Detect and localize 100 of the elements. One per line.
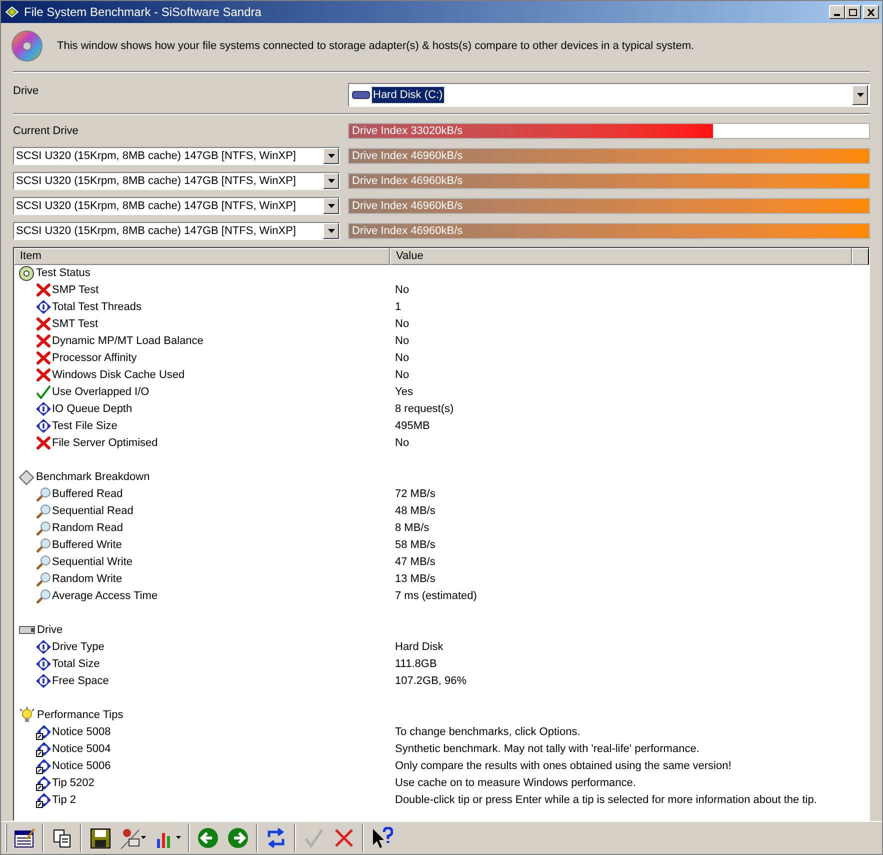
item-cell[interactable]: Buffered Read [52,486,123,502]
drive-index-reading: Drive Index 46960kB/s [352,224,463,238]
item-cell[interactable]: Dynamic MP/MT Load Balance [52,332,204,350]
drive-index-reading: Drive Index 46960kB/s [352,198,463,212]
cross-icon [36,436,51,450]
minimize-button[interactable] [829,5,845,19]
value-cell-text: 111.8GB [394,656,437,672]
magnifier-icon [36,504,51,518]
value-cell-text: 1 [394,300,402,315]
maximize-icon [849,8,857,16]
item-cell[interactable]: Test File Size [52,418,118,434]
reference-drive-value: SCSI U320 (15Krpm, 8MB cache) 147GB [NTFS, WinXP] [15,174,297,188]
cd-icon [11,30,43,62]
reference-drive-value: SCSI U320 (15Krpm, 8MB cache) 147GB [NTFS, WinXP] [15,198,297,214]
item-cell[interactable]: Total Test Threads [52,298,142,316]
drive-label: Drive [13,84,40,99]
magnifier-icon [36,588,51,604]
item-cell[interactable]: Processor Affinity [52,350,137,366]
cross-icon [36,317,51,331]
item-cell[interactable]: Notice 5004 [52,740,111,758]
info-icon [36,402,51,416]
close-icon [867,8,875,16]
item-cell[interactable]: Sequential Read [52,502,134,520]
maximize-button[interactable] [845,5,861,19]
column-header[interactable]: Item [14,248,390,264]
tip-icon [36,742,51,756]
item-cell[interactable]: Notice 5006 [52,758,111,774]
app-icon [4,4,20,20]
window-title: File System Benchmark - SiSoftware Sandra [24,4,262,21]
group-title[interactable]: Performance Tips [37,706,124,724]
value-cell-text: 47 MB/s [394,554,436,570]
info-icon [36,640,51,654]
item-cell[interactable]: Total Size [52,656,100,672]
value-cell-text: Only compare the results with ones obtained using the same version! [394,758,732,774]
item-cell[interactable]: SMP Test [52,282,99,298]
item-cell[interactable]: Tip 5202 [52,774,94,792]
group-title[interactable]: Drive [37,622,63,638]
item-cell[interactable]: Random Read [52,520,123,536]
reference-drive-value: SCSI U320 (15Krpm, 8MB cache) 147GB [NTFS, WinXP] [15,148,297,164]
cross-icon [36,283,51,297]
item-cell[interactable]: Windows Disk Cache Used [52,366,185,384]
column-header[interactable]: Value [390,248,852,264]
value-cell-text: No [394,282,410,298]
magnifier-icon [36,538,51,552]
value-cell-text: Synthetic benchmark. May not tally with 'real-life' performance. [394,742,700,757]
cross-icon [36,368,51,382]
value-cell-text: No [394,436,410,451]
item-cell[interactable]: IO Queue Depth [52,400,132,418]
value-cell-text: 8 MB/s [394,520,430,536]
value-cell-text: No [394,334,410,349]
reference-drive-value: SCSI U320 (15Krpm, 8MB cache) 147GB [NTFS, WinXP] [15,224,297,238]
value-cell-text: Hard Disk [394,640,444,655]
cross-icon [36,351,51,365]
item-cell[interactable]: Average Access Time [52,588,158,604]
item-cell[interactable]: Random Write [52,570,122,588]
reference-drive-select[interactable]: SCSI U320 (15Krpm, 8MB cache) 147GB [NTFS, WinXP] [13,222,340,240]
reference-drive-select[interactable]: SCSI U320 (15Krpm, 8MB cache) 147GB [NTFS, WinXP] [13,146,340,164]
item-cell[interactable]: Buffered Write [52,536,122,554]
tip-icon [36,758,51,774]
value-cell-text: 13 MB/s [394,572,436,587]
item-cell[interactable]: Drive Type [52,638,104,656]
item-cell[interactable]: File Server Optimised [52,434,158,452]
value-cell-text: No [394,350,410,366]
magnifier-icon [36,554,51,570]
value-cell-text: No [394,316,410,332]
drive-index-reading: Drive Index 46960kB/s [352,148,463,162]
diamond-icon [19,470,34,484]
lightbulb-icon [19,707,35,723]
group-title[interactable]: Benchmark Breakdown [36,468,150,486]
value-cell-text: 58 MB/s [394,538,436,553]
cross-icon [36,334,51,348]
close-button[interactable] [863,5,879,19]
item-cell[interactable]: Notice 5008 [52,724,111,740]
group-title[interactable]: Test Status [36,264,90,282]
value-cell-text: 107.2GB, 96% [394,674,467,689]
info-icon [36,674,51,688]
description-text: This window shows how your file systems connected to storage adapter(s) & hosts(s) compare to other devices in a typical system. [57,38,694,54]
item-cell[interactable]: Tip 2 [52,792,76,808]
item-cell[interactable]: Use Overlapped I/O [52,384,150,400]
info-icon [36,300,51,314]
value-cell-text: 48 MB/s [394,504,436,519]
reference-drive-select[interactable]: SCSI U320 (15Krpm, 8MB cache) 147GB [NTFS, WinXP] [13,196,340,214]
drive-icon [352,91,370,99]
tip-icon [36,724,51,740]
value-cell-text: Double-click tip or press Enter while a tip is selected for more information about the tip. [394,792,817,808]
value-cell-text: No [394,368,410,383]
item-cell[interactable]: Sequential Write [52,554,133,570]
value-cell-text: Use cache on to measure Windows performance. [394,776,636,791]
check-icon [36,385,51,399]
item-cell[interactable]: SMT Test [52,316,98,332]
drive-select[interactable]: Hard Disk (C:) [348,83,870,107]
info-icon [36,419,51,433]
magnifier-icon [36,520,51,536]
value-cell-text: 8 request(s) [394,402,454,417]
magnifier-icon [36,486,51,502]
tip-icon [36,792,51,808]
value-cell-text: To change benchmarks, click Options. [394,724,580,740]
item-cell[interactable]: Free Space [52,672,109,690]
value-cell-text: 7 ms (estimated) [394,588,477,604]
reference-drive-select[interactable]: SCSI U320 (15Krpm, 8MB cache) 147GB [NTFS, WinXP] [13,172,340,190]
